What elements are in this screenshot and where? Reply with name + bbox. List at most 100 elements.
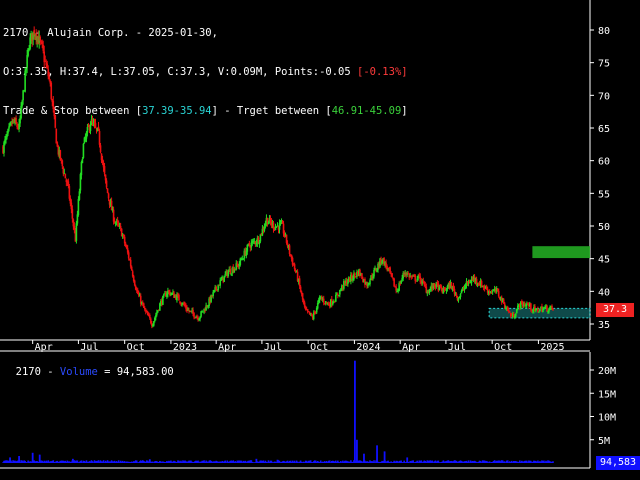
- candle-body: [298, 278, 301, 287]
- candle-body: [538, 311, 540, 313]
- last-volume-tag: 94,583: [596, 456, 640, 470]
- volume-tick-label: 5M: [598, 436, 610, 447]
- candle-body: [514, 313, 517, 317]
- candle-body: [163, 294, 165, 297]
- candle-body: [227, 271, 230, 277]
- y-tick-label: 40: [598, 287, 610, 298]
- volume-spike: [38, 454, 41, 463]
- x-tick-label: Jul: [80, 342, 98, 353]
- y-tick-label: 80: [598, 26, 610, 37]
- x-tick-label: Apr: [218, 342, 236, 353]
- candle-body: [60, 158, 63, 160]
- candle-body: [50, 82, 53, 99]
- x-tick-label: Apr: [402, 342, 420, 353]
- candle-body: [81, 158, 84, 164]
- candle-body: [508, 311, 511, 313]
- candle-body: [219, 280, 221, 286]
- volume-spike: [9, 457, 11, 463]
- candle-body: [539, 308, 541, 312]
- candle-body: [354, 273, 356, 276]
- price-volume-chart: 35 40 45 50 55 60 65 70 75 80 5M 10M 15M 20M Apr Jul Oct…: [0, 0, 616, 469]
- volume-tick-label: 10M: [598, 413, 616, 424]
- x-tick-label: Apr: [35, 342, 53, 353]
- candle-body: [54, 115, 57, 128]
- candle-body: [530, 303, 532, 310]
- volume-bar: [552, 461, 554, 463]
- x-tick-label: Oct: [127, 342, 145, 353]
- candle-body: [322, 298, 325, 303]
- candle-body: [459, 294, 462, 297]
- volume-spike: [383, 451, 386, 463]
- volume-tick-label: 20M: [598, 366, 616, 377]
- volume-spike: [356, 439, 358, 463]
- candle-body: [507, 310, 510, 312]
- candle-body: [71, 209, 74, 219]
- candle-body: [75, 223, 78, 241]
- candle-body: [369, 280, 371, 285]
- candle-body: [82, 143, 85, 158]
- candle-body: [99, 145, 102, 153]
- candle-body: [229, 269, 232, 274]
- candle-body: [64, 173, 67, 179]
- candle-body: [193, 313, 195, 318]
- candle-body: [127, 252, 130, 259]
- x-tick-label: 2025: [540, 342, 564, 353]
- candle-body: [475, 278, 478, 284]
- candle-body: [414, 275, 417, 281]
- candle-body: [105, 180, 108, 188]
- candle-body: [119, 226, 122, 229]
- candle-body: [391, 273, 393, 278]
- y-tick-label: 45: [598, 255, 610, 266]
- x-tick-label: Jul: [448, 342, 466, 353]
- volume-spike: [255, 458, 258, 463]
- last-price-tag: 37.3: [596, 303, 634, 317]
- candle-body: [373, 270, 375, 277]
- candle-body: [497, 291, 500, 297]
- candle-body: [393, 278, 395, 287]
- candle-body: [77, 199, 80, 215]
- candle-body: [94, 123, 97, 128]
- candle-body: [103, 166, 106, 174]
- volume-spike: [354, 360, 356, 463]
- volume-spike: [363, 453, 365, 463]
- y-tick-label: 55: [598, 189, 610, 200]
- candle-body: [61, 160, 64, 167]
- candle-body: [178, 294, 180, 301]
- candle-body: [215, 286, 217, 290]
- candle-body: [552, 308, 554, 310]
- y-tick-label: 70: [598, 91, 610, 102]
- target-zone: [532, 246, 590, 259]
- volume-tick-label: 15M: [598, 389, 616, 400]
- candle-body: [80, 162, 83, 176]
- x-tick-label: Oct: [494, 342, 512, 353]
- candle-body: [455, 293, 458, 296]
- y-tick-label: 60: [598, 157, 610, 168]
- y-tick-label: 75: [598, 59, 610, 70]
- candle-body: [98, 131, 101, 145]
- volume-spike: [376, 445, 378, 463]
- candle-body: [22, 90, 24, 101]
- candle-body: [86, 126, 89, 133]
- candle-body: [551, 305, 553, 309]
- candle-body: [306, 309, 309, 312]
- volume-spike: [276, 459, 279, 463]
- volume-spike: [406, 457, 409, 463]
- x-tick-label: Oct: [310, 342, 328, 353]
- x-tick-label: 2023: [173, 342, 197, 353]
- candle-body: [293, 264, 296, 269]
- volume-spike: [18, 456, 20, 463]
- candle-body: [491, 290, 494, 292]
- volume-spike: [71, 458, 74, 463]
- candle-body: [107, 193, 110, 199]
- volume-spike: [31, 452, 34, 463]
- candle-body: [48, 76, 51, 80]
- candle-body: [106, 188, 109, 193]
- y-tick-label: 50: [598, 222, 610, 233]
- candle-body: [537, 309, 539, 312]
- candle-body: [335, 294, 337, 302]
- y-tick-label: 65: [598, 124, 610, 135]
- x-tick-label: Jul: [264, 342, 282, 353]
- volume-spike: [148, 459, 151, 463]
- y-tick-label: 35: [598, 320, 610, 331]
- candle-body: [288, 245, 291, 254]
